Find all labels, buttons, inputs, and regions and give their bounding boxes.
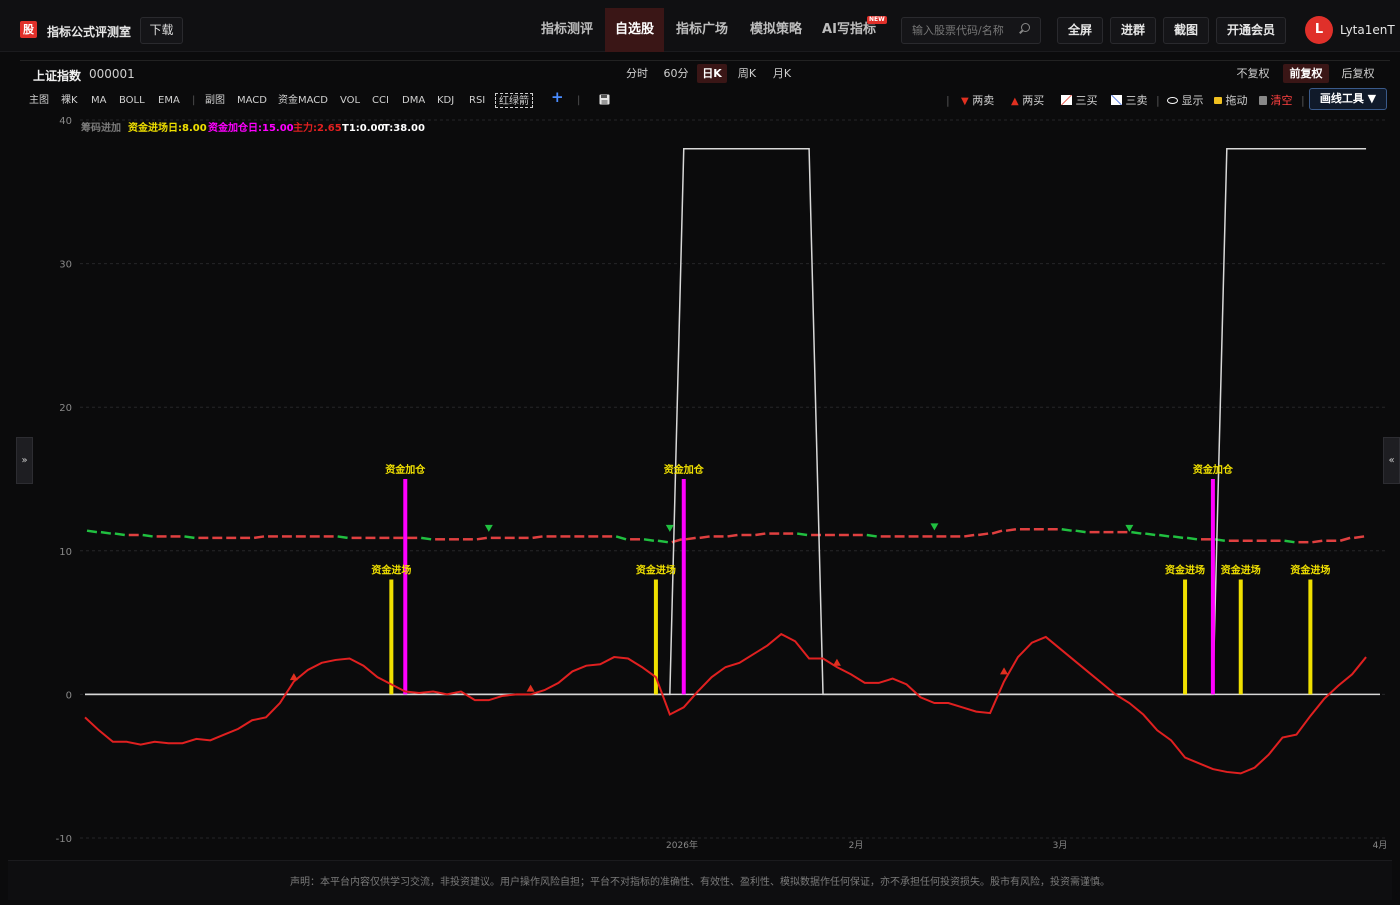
k-segment	[1284, 539, 1295, 544]
k-segment	[1131, 530, 1142, 535]
buy-arrow-marker	[1000, 667, 1009, 675]
k-segment	[100, 530, 112, 535]
y-tick-label: 10	[59, 547, 72, 558]
fund-entry-bar	[1308, 579, 1313, 695]
k-segment	[978, 532, 989, 537]
k-segment	[991, 529, 1003, 535]
indicator-chart[interactable]: 403020100-102026年 2月 3月 4月资金进场资金加仓资金进场资金加仓资…	[0, 0, 1400, 900]
k-segment	[699, 535, 710, 540]
bar-label: 资金进场	[636, 564, 676, 577]
k-segment	[86, 529, 98, 534]
fund-add-bar	[1210, 479, 1215, 695]
bar-label: 资金加仓	[664, 463, 705, 476]
buy-arrow-marker	[289, 673, 298, 681]
k-segment	[1186, 536, 1198, 541]
k-segment	[114, 532, 125, 537]
sell-arrow-marker	[665, 524, 674, 532]
y-tick-label: 30	[59, 260, 72, 271]
k-segment	[657, 539, 669, 544]
y-tick-label: 0	[66, 690, 72, 701]
buy-arrow-marker	[832, 658, 841, 666]
bar-label: 资金进场	[1221, 564, 1261, 577]
k-segment	[1075, 529, 1086, 534]
k-segment	[1159, 533, 1170, 538]
y-tick-label: -10	[56, 834, 72, 845]
y-tick-label: 40	[59, 116, 72, 127]
k-segment	[142, 533, 153, 538]
k-segment	[1353, 535, 1365, 540]
k-segment	[866, 533, 877, 538]
k-segment	[1061, 528, 1072, 532]
fund-add-bar	[403, 479, 408, 695]
k-segment	[755, 532, 766, 537]
bar-label: 资金加仓	[385, 463, 426, 476]
k-segment	[1172, 535, 1184, 540]
k-segment	[532, 535, 543, 540]
k-segment	[964, 533, 975, 538]
sell-arrow-marker	[930, 523, 939, 531]
fund-entry-bar	[1238, 579, 1243, 695]
k-segment	[615, 535, 627, 541]
fund-entry-bar	[1183, 579, 1188, 695]
buy-arrow-marker	[526, 684, 535, 692]
k-segment	[727, 533, 738, 538]
k-segment	[685, 536, 696, 541]
k-segment	[253, 535, 265, 540]
x-tick-label: 3月	[1053, 840, 1068, 851]
y-tick-label: 20	[59, 403, 72, 414]
x-tick-label: 2月	[849, 840, 864, 851]
disclaimer-footer: 声明：本平台内容仅供学习交流，非投资建议。用户操作风险自担；平台不对指标的准确性…	[8, 860, 1392, 900]
k-segment	[1145, 532, 1156, 537]
k-segment	[1005, 528, 1017, 532]
bar-label: 资金进场	[1165, 564, 1205, 577]
bar-label: 资金进场	[1290, 564, 1330, 577]
k-segment	[796, 532, 808, 537]
sell-arrow-marker	[484, 524, 493, 532]
bar-label: 资金进场	[371, 564, 411, 577]
k-segment	[184, 535, 195, 540]
k-segment	[476, 536, 487, 541]
k-segment	[421, 536, 432, 541]
series-line-t	[85, 147, 1367, 696]
k-segment	[337, 535, 348, 540]
k-segment	[1312, 539, 1323, 544]
bar-label: 资金加仓	[1193, 463, 1234, 476]
x-tick-label: 4月	[1373, 840, 1388, 851]
fund-add-bar	[681, 479, 686, 695]
sell-arrow-marker	[1125, 524, 1134, 532]
k-segment	[643, 538, 655, 542]
x-tick-label: 2026年	[666, 839, 698, 851]
fund-entry-bar	[389, 579, 394, 695]
k-segment	[1339, 536, 1351, 542]
series-line-main-force	[84, 632, 1367, 775]
